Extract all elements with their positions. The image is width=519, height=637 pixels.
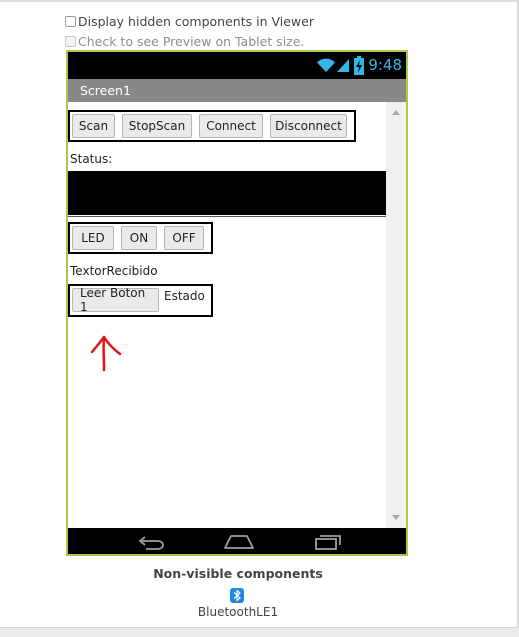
red-arrow-annotation xyxy=(90,335,122,372)
phone-status-bar: 9:48 xyxy=(68,52,406,79)
connect-button[interactable]: Connect xyxy=(199,114,263,138)
home-icon xyxy=(224,535,254,549)
button-arrangement-2[interactable]: LED ON OFF xyxy=(68,222,213,254)
button-arrangement-1[interactable]: Scan StopScan Connect Disconnect xyxy=(68,110,356,142)
screen-title-bar: Screen1 xyxy=(68,79,406,102)
recent-apps-icon xyxy=(315,535,341,550)
texto-recibido-label: TextorRecibido xyxy=(70,264,158,278)
non-visible-components-title: Non-visible components xyxy=(153,566,323,581)
display-hidden-checkbox[interactable] xyxy=(65,16,76,27)
estado-label: Estado xyxy=(164,289,205,303)
wifi-icon xyxy=(317,58,335,72)
screen-scrollbar[interactable] xyxy=(386,102,406,528)
stopscan-button[interactable]: StopScan xyxy=(122,114,192,138)
tablet-preview-label: Check to see Preview on Tablet size. xyxy=(78,34,305,49)
phone-clock: 9:48 xyxy=(368,56,402,74)
signal-icon xyxy=(337,59,349,72)
disconnect-button[interactable]: Disconnect xyxy=(270,114,347,138)
status-label: Status: xyxy=(70,152,113,166)
screen-content: Scan StopScan Connect Disconnect Status:… xyxy=(68,102,406,528)
bluetooth-icon[interactable] xyxy=(230,588,244,603)
on-button[interactable]: ON xyxy=(121,226,157,250)
led-button[interactable]: LED xyxy=(72,226,114,250)
screen-title: Screen1 xyxy=(80,83,131,98)
scan-button[interactable]: Scan xyxy=(72,114,115,138)
tablet-preview-option[interactable]: Check to see Preview on Tablet size. xyxy=(65,34,304,49)
status-display xyxy=(68,171,388,216)
display-hidden-label: Display hidden components in Viewer xyxy=(78,14,314,29)
display-hidden-option[interactable]: Display hidden components in Viewer xyxy=(65,14,314,29)
back-icon xyxy=(138,536,164,550)
scroll-up-icon[interactable] xyxy=(392,110,400,115)
leer-boton-button[interactable]: Leer Boton 1 xyxy=(72,286,159,314)
battery-icon xyxy=(354,56,364,75)
tablet-preview-checkbox[interactable] xyxy=(65,36,76,47)
top-divider xyxy=(0,0,519,2)
off-button[interactable]: OFF xyxy=(164,226,204,250)
phone-nav-bar xyxy=(68,528,406,554)
button-arrangement-3[interactable]: Leer Boton 1 Estado xyxy=(68,284,213,317)
bluetoothle-component-label[interactable]: BluetoothLE1 xyxy=(0,605,476,619)
phone-preview: 9:48 Screen1 Scan StopScan Connect Disco… xyxy=(66,50,408,556)
scroll-down-icon[interactable] xyxy=(392,515,400,520)
